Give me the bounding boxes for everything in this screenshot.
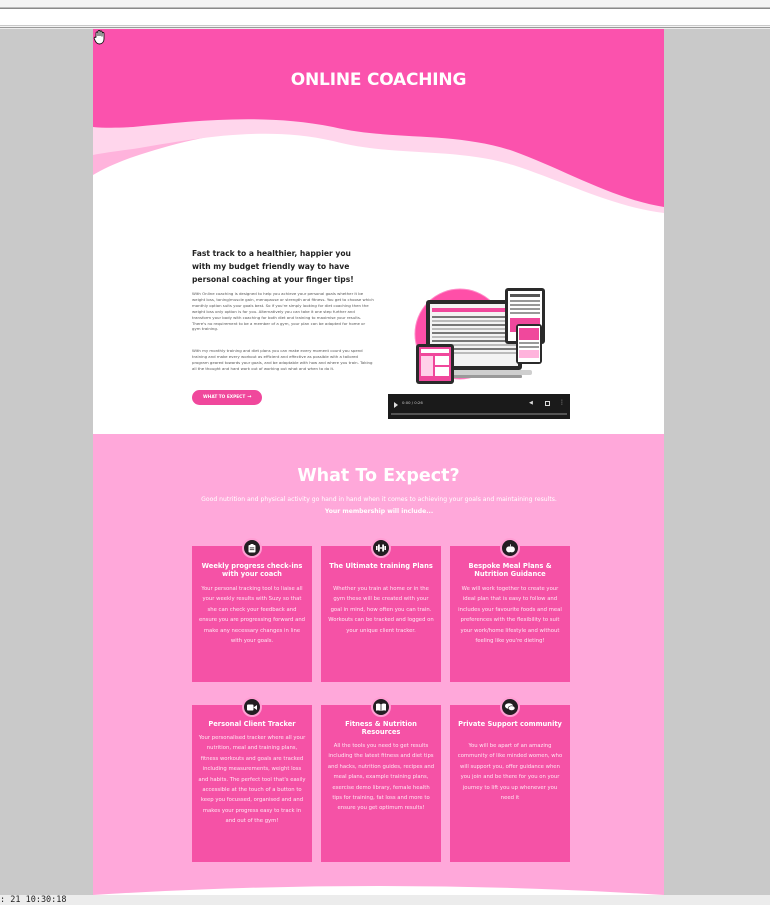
page-gutter-left xyxy=(0,29,93,895)
promo-video[interactable]: 0:00 / 0:26 ◀ ⋮ xyxy=(388,278,570,419)
intro-paragraph: With my monthly training and diet plans … xyxy=(192,348,373,371)
video-time: 0:00 / 0:26 xyxy=(402,400,423,405)
card-body: All the tools you need to get results in… xyxy=(327,743,435,812)
section-subtitle: Good nutrition and physical activity go … xyxy=(198,494,560,518)
video-controls: 0:00 / 0:26 ◀ ⋮ xyxy=(388,394,570,419)
feature-card: The Ultimate training Plans Whether you … xyxy=(321,538,441,682)
chat-bubbles-icon xyxy=(500,697,520,717)
page-gutter-right xyxy=(664,29,770,895)
what-to-expect-label: WHAT TO EXPECT xyxy=(203,395,246,400)
dumbbell-icon xyxy=(371,538,391,558)
feature-card: Personal Client Tracker Your personalise… xyxy=(192,697,312,862)
web-page: ONLINE COACHING Fast track to a healthie… xyxy=(93,29,664,895)
card-body: We will work together to create your ide… xyxy=(458,586,562,645)
hand-grab-icon xyxy=(93,30,105,45)
apple-icon xyxy=(500,538,520,558)
card-title: Weekly progress check-ins with your coac… xyxy=(201,562,303,579)
subtitle-text: Good nutrition and physical activity go … xyxy=(201,496,557,503)
feature-card: Bespoke Meal Plans & Nutrition Guidance … xyxy=(450,538,570,682)
card-title: The Ultimate training Plans xyxy=(329,562,433,570)
book-icon xyxy=(371,697,391,717)
what-to-expect-section: What To Expect? Good nutrition and physi… xyxy=(93,434,664,895)
status-bar: : 21 10:30:18 xyxy=(0,895,770,905)
fullscreen-icon[interactable] xyxy=(545,401,550,406)
card-title: Bespoke Meal Plans & Nutrition Guidance xyxy=(468,562,552,579)
play-icon[interactable] xyxy=(394,402,398,408)
card-title: Private Support community xyxy=(458,720,562,728)
card-body: Your personal tracking tool to liaise al… xyxy=(198,586,306,645)
card-title: Fitness & Nutrition Resources xyxy=(345,720,417,737)
section-bottom-curve xyxy=(93,886,664,895)
subtitle-bold-text: Your membership will include... xyxy=(324,508,434,515)
feature-card: Private Support community You will be ap… xyxy=(450,697,570,862)
card-body: Your personalised tracker where all your… xyxy=(198,735,306,825)
section-title: What To Expect? xyxy=(297,466,460,486)
page-title: ONLINE COACHING xyxy=(290,70,467,90)
hero-wave-background xyxy=(93,29,664,244)
video-progress-bar[interactable] xyxy=(391,413,567,415)
arrow-right-icon: → xyxy=(247,394,252,400)
intro-paragraph: With Online coaching is designed to help… xyxy=(192,291,374,332)
card-body: You will be apart of an amazing communit… xyxy=(457,743,563,802)
feature-card: Weekly progress check-ins with your coac… xyxy=(192,538,312,682)
address-bar[interactable] xyxy=(0,8,770,26)
intro-heading: Fast track to a healthier, happier you w… xyxy=(192,249,354,284)
card-title: Personal Client Tracker xyxy=(208,720,296,728)
status-timestamp: : 21 10:30:18 xyxy=(0,895,67,905)
feature-card: Fitness & Nutrition Resources All the to… xyxy=(321,697,441,862)
clipboard-icon xyxy=(242,538,262,558)
browser-toolbar xyxy=(0,0,770,28)
hero-section: ONLINE COACHING xyxy=(93,29,664,244)
more-options-icon[interactable]: ⋮ xyxy=(559,400,565,407)
video-camera-icon xyxy=(242,697,262,717)
intro-section: Fast track to a healthier, happier you w… xyxy=(93,244,664,434)
volume-icon[interactable]: ◀ xyxy=(529,400,535,406)
what-to-expect-button[interactable]: WHAT TO EXPECT → xyxy=(192,390,262,405)
card-body: Whether you train at home or in the gym … xyxy=(328,586,434,634)
